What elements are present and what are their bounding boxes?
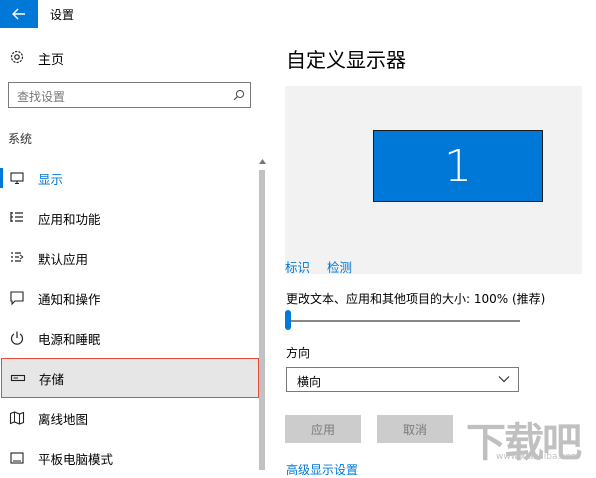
display-preview: 1: [285, 86, 582, 274]
search-placeholder: 查找设置: [17, 90, 66, 104]
window-title: 设置: [50, 8, 75, 22]
cancel-label: 取消: [402, 422, 427, 437]
apply-label: 应用: [310, 422, 335, 437]
sidebar-item-default-apps[interactable]: 默认应用: [0, 238, 258, 278]
sidebar-item-label: 平板电脑模式: [38, 452, 114, 467]
sidebar-item-label: 默认应用: [38, 252, 89, 267]
sidebar-item-label: 通知和操作: [38, 292, 101, 307]
scale-slider-thumb[interactable]: [285, 310, 291, 330]
orientation-select[interactable]: 横向: [286, 367, 519, 392]
cancel-button[interactable]: 取消: [377, 415, 453, 443]
watermark-logo: 下载吧 www.xiazaiba.com: [458, 404, 590, 466]
advanced-display-settings-link[interactable]: 高级显示设置: [286, 461, 358, 478]
sidebar-scrollbar[interactable]: [258, 156, 266, 470]
back-arrow-icon: [12, 8, 25, 20]
home-link[interactable]: 主页: [0, 46, 260, 70]
power-icon: [10, 331, 24, 345]
detect-link[interactable]: 检测: [327, 257, 352, 276]
gear-icon: [10, 50, 24, 64]
sidebar-item-apps[interactable]: 应用和功能: [0, 198, 258, 238]
scroll-thumb[interactable]: [259, 170, 265, 470]
scroll-up-arrow[interactable]: [258, 156, 266, 166]
sidebar-item-label: 应用和功能: [38, 212, 101, 227]
tablet-icon: [10, 452, 24, 464]
orientation-value: 横向: [297, 375, 322, 389]
active-indicator: [0, 168, 3, 188]
search-icon[interactable]: [233, 89, 245, 101]
sidebar-item-storage[interactable]: 存储: [1, 358, 259, 398]
apps-list-icon: [10, 212, 23, 222]
map-icon: [9, 411, 25, 425]
scale-slider-track[interactable]: [286, 320, 520, 322]
sidebar-item-label: 显示: [38, 172, 64, 187]
orientation-label: 方向: [286, 346, 311, 360]
home-label: 主页: [38, 53, 65, 68]
apply-button[interactable]: 应用: [285, 415, 361, 443]
sidebar-item-tablet-mode[interactable]: 平板电脑模式: [0, 438, 258, 478]
section-label: 系统: [8, 132, 33, 146]
page-title: 自定义显示器: [286, 48, 406, 72]
back-button[interactable]: [0, 0, 38, 28]
default-apps-icon: [11, 252, 24, 262]
sidebar-item-label: 存储: [39, 372, 65, 387]
search-input[interactable]: 查找设置: [8, 82, 251, 108]
sidebar-item-display[interactable]: 显示: [0, 158, 258, 198]
scale-label: 更改文本、应用和其他项目的大小: 100% (推荐): [286, 292, 546, 306]
watermark-url: www.xiazaiba.com: [496, 452, 580, 462]
storage-icon: [10, 374, 26, 382]
monitor-number: 1: [444, 140, 472, 192]
title-bar: 设置: [0, 0, 596, 28]
notification-icon: [10, 291, 24, 306]
sidebar-item-label: 离线地图: [38, 412, 89, 427]
sidebar-item-label: 电源和睡眠: [38, 332, 101, 347]
monitor-tile[interactable]: 1: [373, 130, 543, 202]
main-panel: 自定义显示器 1 标识 检测 更改文本、应用和其他项目的大小: 100% (推荐…: [270, 28, 596, 477]
chevron-down-icon: [498, 376, 510, 383]
monitor-icon: [10, 172, 24, 185]
sidebar-item-power[interactable]: 电源和睡眠: [0, 318, 258, 358]
sidebar-item-notifications[interactable]: 通知和操作: [0, 278, 258, 318]
chevron-up-icon: [258, 158, 266, 164]
identify-link[interactable]: 标识: [285, 257, 310, 276]
sidebar-item-offline-maps[interactable]: 离线地图: [0, 398, 258, 438]
sidebar: 主页 查找设置 系统 显示 应用和功能 默认应用 通知和操作 电源和睡眠 存储 …: [0, 28, 270, 470]
